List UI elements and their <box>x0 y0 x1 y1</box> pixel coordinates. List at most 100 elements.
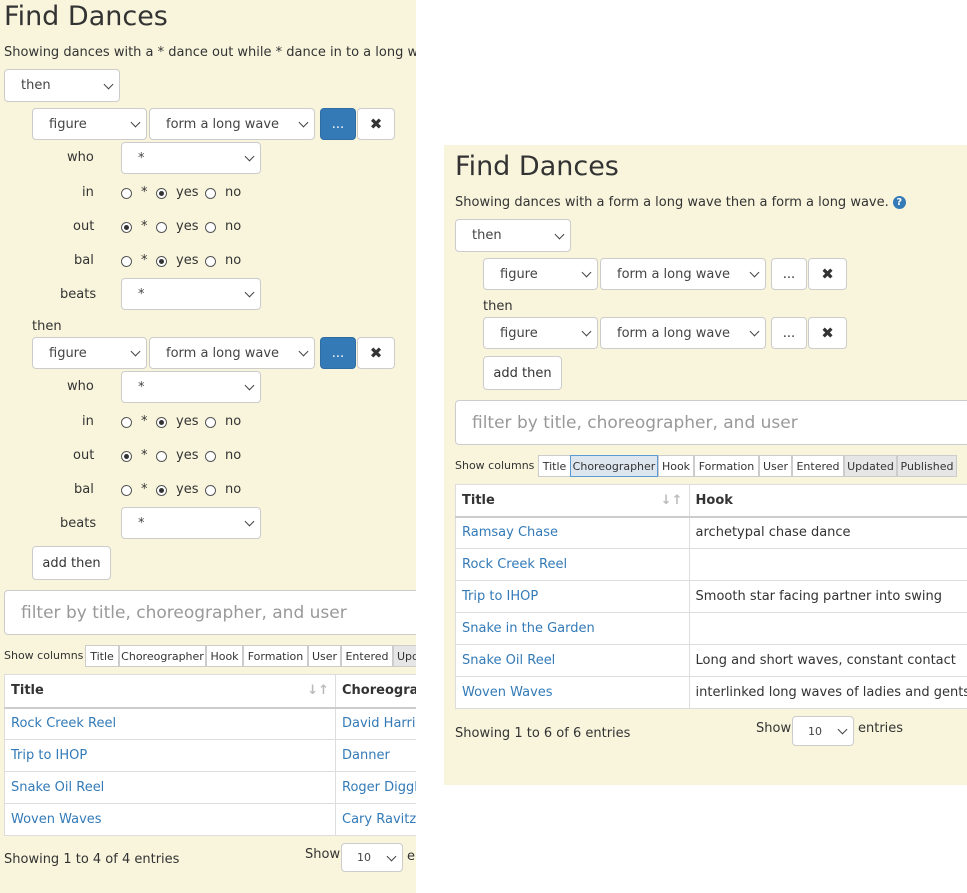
remove-figure-button[interactable]: ✖ <box>808 258 847 290</box>
bal-no-radio[interactable] <box>205 256 216 267</box>
page-length-select[interactable]: 10 <box>792 716 854 746</box>
out-star-radio[interactable] <box>121 222 132 233</box>
out-yes-radio[interactable] <box>156 451 167 462</box>
dance-title-link[interactable]: Ramsay Chase <box>455 516 690 549</box>
out-no-radio[interactable] <box>205 451 216 462</box>
filter-search-input[interactable]: filter by title, choreographer, and user <box>455 400 967 445</box>
in-no-radio[interactable] <box>205 417 216 428</box>
root-operator-select[interactable]: then <box>4 69 120 102</box>
bal-star-radio[interactable] <box>121 485 132 496</box>
choreographer-link[interactable]: David Harris <box>335 707 416 740</box>
figure-move-value: form a long wave <box>617 266 731 282</box>
column-toggle-published[interactable]: Published <box>897 455 957 477</box>
column-toggle-formation[interactable]: Formation <box>243 645 308 667</box>
remove-figure-button[interactable]: ✖ <box>357 108 395 140</box>
bal-yes-radio[interactable] <box>156 256 167 267</box>
figure-options-button[interactable]: ... <box>320 337 356 369</box>
radio-option-label: yes <box>176 448 199 463</box>
column-header-choreographer[interactable]: Choreograph <box>335 674 416 709</box>
out-star-radio[interactable] <box>121 451 132 462</box>
show-label: Show <box>305 847 341 862</box>
in-star-radio[interactable] <box>121 188 132 199</box>
in-yes-radio[interactable] <box>156 188 167 199</box>
column-header-title[interactable]: Title ↓↑ <box>455 484 690 518</box>
who-select[interactable]: * <box>121 142 261 174</box>
choreographer-link[interactable]: Cary Ravitz <box>335 803 416 836</box>
column-header-hook[interactable]: Hook <box>688 484 967 518</box>
remove-figure-button[interactable]: ✖ <box>357 337 395 369</box>
in-star-radio[interactable] <box>121 417 132 428</box>
figure-options-button[interactable]: ... <box>771 258 807 290</box>
column-header-title[interactable]: Title ↓↑ <box>3 674 337 709</box>
chevron-down-icon <box>244 516 255 527</box>
dance-title-link[interactable]: Snake Oil Reel <box>3 771 337 804</box>
column-toggle-entered[interactable]: Entered <box>341 645 393 667</box>
figure-kind-select[interactable]: figure <box>483 317 598 349</box>
chevron-down-icon <box>581 326 592 337</box>
figure-move-select[interactable]: form a long wave <box>600 317 766 349</box>
sort-icon: ↓↑ <box>660 493 683 508</box>
column-toggle-choreographer[interactable]: Choreographer <box>570 455 658 477</box>
dance-title-link[interactable]: Snake in the Garden <box>455 612 690 645</box>
column-toggle-entered[interactable]: Entered <box>792 455 844 477</box>
search-summary: Showing dances with a form a long wave t… <box>455 195 906 210</box>
figure-options-button[interactable]: ... <box>771 317 807 349</box>
out-no-radio[interactable] <box>205 222 216 233</box>
column-toggle-updated[interactable]: Upd <box>393 645 416 667</box>
beats-select[interactable]: * <box>121 278 261 310</box>
dance-title-link[interactable]: Rock Creek Reel <box>3 707 337 740</box>
bal-label: bal <box>74 253 94 268</box>
dances-table: Title ↓↑ Choreograph Rock Creek Reel Davi… <box>3 674 416 836</box>
figure-options-button[interactable]: ... <box>320 108 356 140</box>
radio-option-label: * <box>141 482 148 497</box>
chevron-down-icon <box>244 287 255 298</box>
beats-select[interactable]: * <box>121 507 261 539</box>
column-toggle-updated[interactable]: Updated <box>844 455 897 477</box>
column-toggle-user[interactable]: User <box>759 455 792 477</box>
show-columns-label: Show columns <box>4 649 84 662</box>
page-length-select[interactable]: 10 <box>341 843 403 872</box>
choreographer-link[interactable]: Roger Diggle <box>335 771 416 804</box>
in-no-radio[interactable] <box>205 188 216 199</box>
dance-title-link[interactable]: Rock Creek Reel <box>455 548 690 581</box>
figure-move-select[interactable]: form a long wave <box>149 108 315 140</box>
figure-kind-select[interactable]: figure <box>483 258 598 290</box>
left-search-panel: Find Dances Showing dances with a * danc… <box>0 0 416 893</box>
hook-cell: interlinked long waves of ladies and gen… <box>688 676 967 709</box>
figure-kind-select[interactable]: figure <box>32 108 147 140</box>
column-toggle-title[interactable]: Title <box>538 455 571 477</box>
page-title: Find Dances <box>4 1 168 32</box>
choreographer-link[interactable]: Danner <box>335 739 416 772</box>
chevron-down-icon <box>749 267 760 278</box>
hook-cell: Long and short waves, constant contact <box>688 644 967 677</box>
column-toggle-hook[interactable]: Hook <box>206 645 243 667</box>
chevron-down-icon <box>244 151 255 162</box>
help-icon[interactable]: ? <box>892 196 906 209</box>
bal-star-radio[interactable] <box>121 256 132 267</box>
dance-title-link[interactable]: Woven Waves <box>455 676 690 709</box>
dance-title-link[interactable]: Woven Waves <box>3 803 337 836</box>
add-then-button[interactable]: add then <box>32 546 111 580</box>
column-toggle-formation[interactable]: Formation <box>694 455 759 477</box>
remove-figure-button[interactable]: ✖ <box>808 317 847 349</box>
column-toggle-title[interactable]: Title <box>85 645 119 667</box>
in-yes-radio[interactable] <box>156 417 167 428</box>
out-yes-radio[interactable] <box>156 222 167 233</box>
filter-search-input[interactable]: filter by title, choreographer, and user <box>4 590 416 635</box>
bal-yes-radio[interactable] <box>156 485 167 496</box>
dance-title-link[interactable]: Trip to IHOP <box>3 739 337 772</box>
dance-title-link[interactable]: Trip to IHOP <box>455 580 690 613</box>
figure-move-select[interactable]: form a long wave <box>149 337 315 369</box>
column-toggle-hook[interactable]: Hook <box>658 455 694 477</box>
hook-cell <box>688 548 967 581</box>
root-operator-select[interactable]: then <box>455 219 571 252</box>
radio-option-label: no <box>225 448 242 463</box>
who-select[interactable]: * <box>121 371 261 403</box>
bal-no-radio[interactable] <box>205 485 216 496</box>
figure-kind-select[interactable]: figure <box>32 337 147 369</box>
dance-title-link[interactable]: Snake Oil Reel <box>455 644 690 677</box>
column-toggle-choreographer[interactable]: Choreographer <box>119 645 206 667</box>
column-toggle-user[interactable]: User <box>308 645 341 667</box>
add-then-button[interactable]: add then <box>483 356 562 390</box>
figure-move-select[interactable]: form a long wave <box>600 258 766 290</box>
